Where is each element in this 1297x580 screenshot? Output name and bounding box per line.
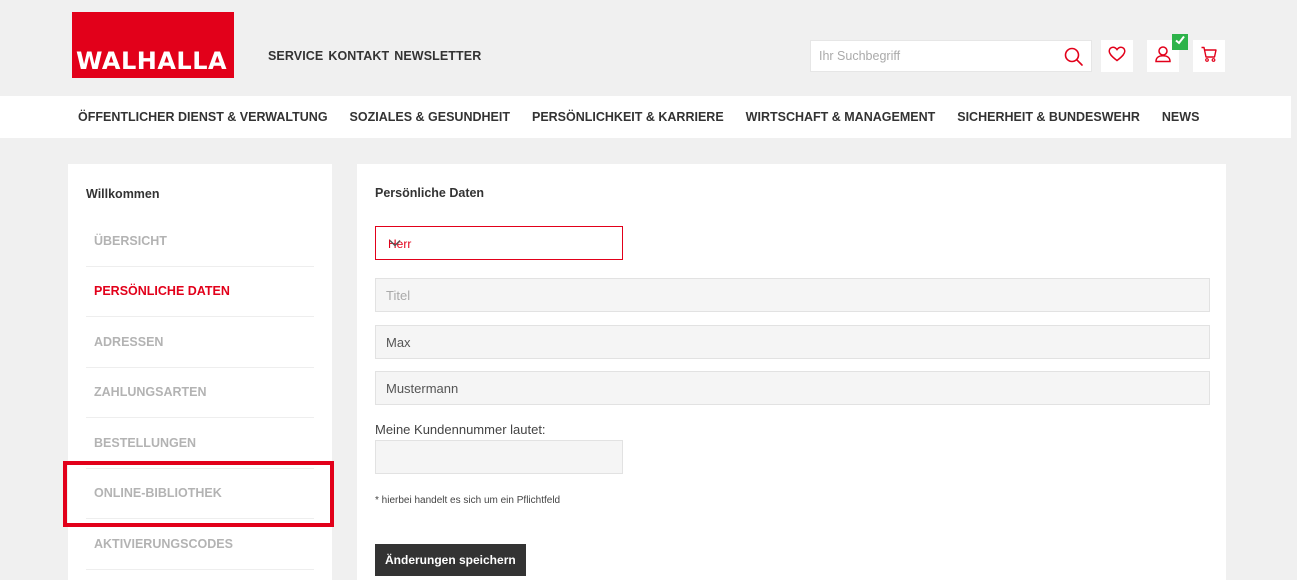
category-wirtschaft-management[interactable]: WIRTSCHAFT & MANAGEMENT [746, 110, 936, 124]
sidebar-item-uebersicht[interactable]: ÜBERSICHT [86, 216, 314, 267]
customer-number-field[interactable] [376, 441, 622, 473]
nav-service[interactable]: SERVICE [268, 49, 323, 63]
highlight-box [63, 461, 334, 527]
title-field-wrap [375, 278, 1210, 312]
checkmark-icon [1174, 33, 1186, 51]
firstname-field-wrap [375, 325, 1210, 359]
category-sicherheit-bundeswehr[interactable]: SICHERHEIT & BUNDESWEHR [957, 110, 1140, 124]
sidebar-item-adressen[interactable]: ADRESSEN [86, 317, 314, 368]
cart-icon [1200, 45, 1218, 68]
customer-number-label: Meine Kundennummer lautet: [375, 422, 546, 437]
nav-newsletter[interactable]: NEWSLETTER [394, 49, 481, 63]
required-note: * hierbei handelt es sich um ein Pflicht… [375, 495, 561, 506]
nav-kontakt[interactable]: KONTAKT [328, 49, 389, 63]
lastname-field[interactable] [376, 372, 1209, 404]
category-nav: ÖFFENTLICHER DIENST & VERWALTUNG SOZIALE… [0, 96, 1291, 138]
firstname-field[interactable] [376, 326, 1209, 358]
walhalla-logo[interactable]: WALHALLA [72, 12, 234, 78]
category-persoenlichkeit-karriere[interactable]: PERSÖNLICHKEIT & KARRIERE [532, 110, 724, 124]
category-soziales-gesundheit[interactable]: SOZIALES & GESUNDHEIT [350, 110, 510, 124]
heart-icon [1108, 45, 1126, 67]
sidebar-item-persoenliche-daten[interactable]: PERSÖNLICHE DATEN [86, 267, 314, 317]
category-news[interactable]: NEWS [1162, 110, 1200, 124]
personal-data-panel: Persönliche Daten Herr Meine Kundennumme… [357, 164, 1226, 580]
customer-number-field-wrap [375, 440, 623, 474]
sidebar-welcome: Willkommen [86, 187, 160, 201]
logged-in-check-badge [1172, 34, 1188, 50]
title-field[interactable] [376, 279, 1209, 311]
user-icon [1154, 45, 1172, 68]
top-nav: SERVICE KONTAKT NEWSLETTER [268, 49, 481, 63]
lastname-field-wrap [375, 371, 1210, 405]
salutation-select[interactable]: Herr [375, 226, 623, 260]
save-changes-button[interactable]: Änderungen speichern [375, 544, 526, 576]
logo-text: WALHALLA [76, 47, 228, 75]
wishlist-button[interactable] [1101, 40, 1133, 72]
search-bar [810, 40, 1092, 72]
form-heading: Persönliche Daten [375, 186, 485, 200]
chevron-down-icon [388, 237, 614, 251]
category-oeffentlicher-dienst[interactable]: ÖFFENTLICHER DIENST & VERWALTUNG [78, 110, 328, 124]
cart-button[interactable] [1193, 40, 1225, 72]
search-input[interactable] [811, 41, 1051, 71]
search-icon[interactable] [1063, 46, 1085, 68]
sidebar-item-zahlungsarten[interactable]: ZAHLUNGSARTEN [86, 368, 314, 418]
